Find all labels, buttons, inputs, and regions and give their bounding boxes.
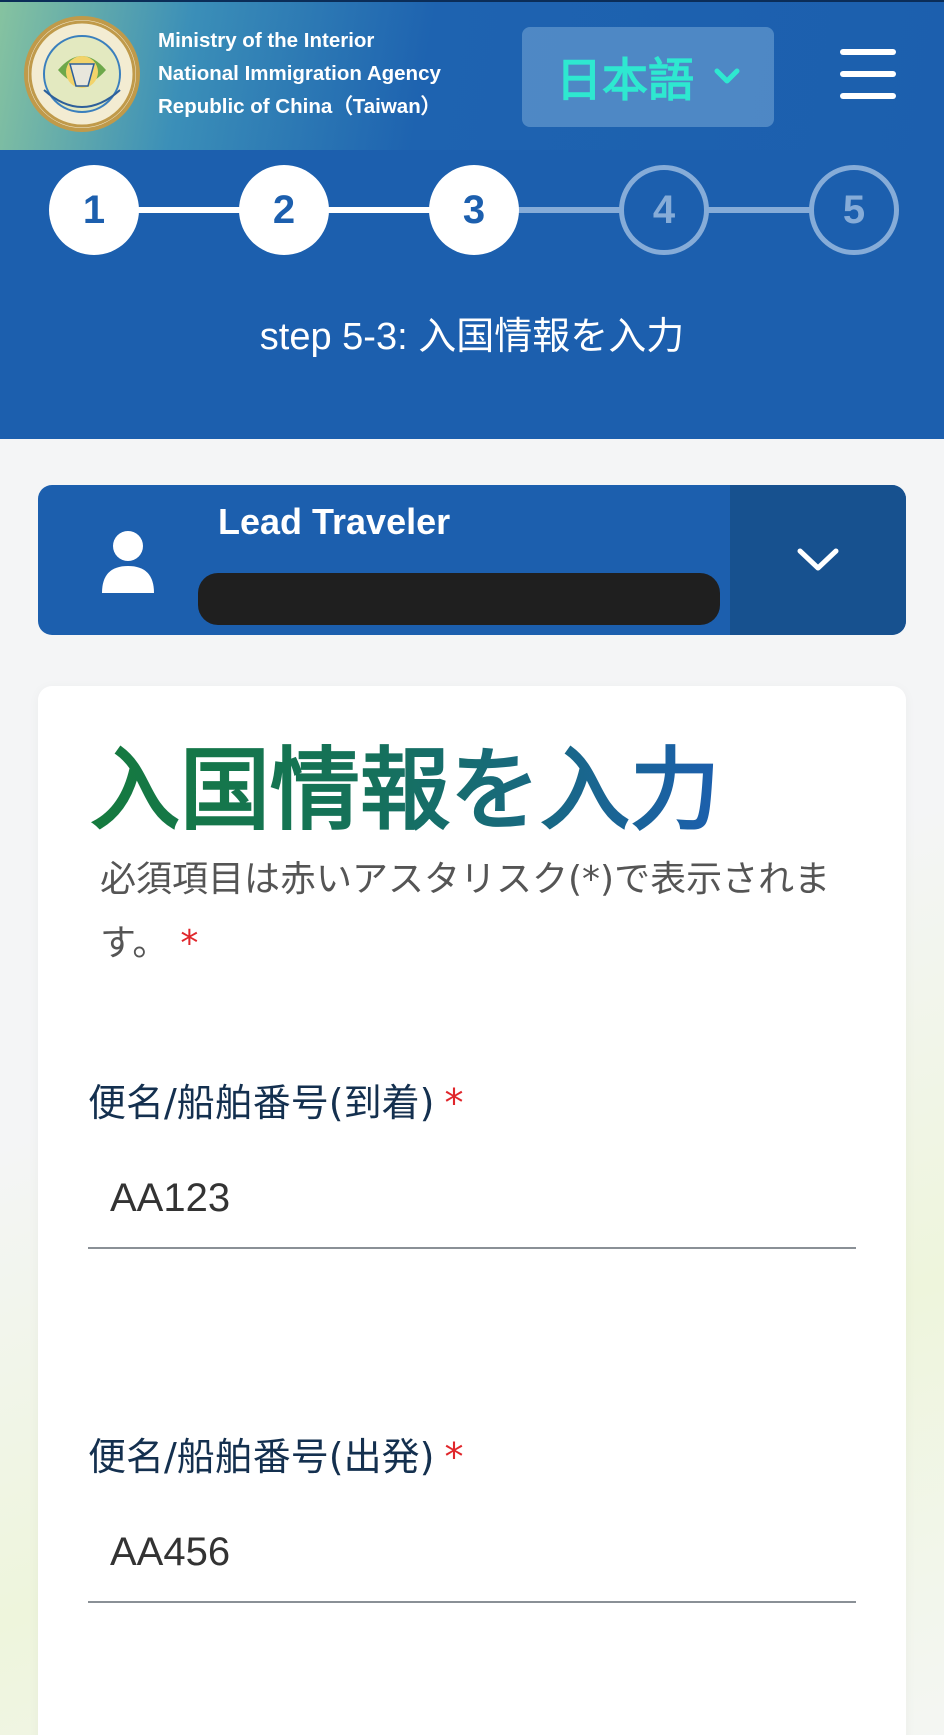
agency-name: Ministry of the Interior National Immigr… — [158, 24, 441, 123]
user-icon — [102, 531, 154, 593]
traveler-name-redacted — [198, 573, 720, 625]
lead-traveler-panel[interactable]: Lead Traveler — [38, 485, 906, 635]
required-asterisk: * — [180, 923, 199, 964]
menu-icon-bar — [840, 49, 896, 55]
arrival-flight-input[interactable] — [88, 1149, 856, 1249]
traveler-expand-button[interactable] — [730, 485, 906, 635]
required-note: 必須項目は赤いアスタリスク(*)で表示されます。 * — [100, 848, 860, 976]
required-note-text: 必須項目は赤いアスタリスク(*)で表示されます。 — [100, 859, 831, 964]
step-title-prefix: step 5-3: — [259, 316, 419, 358]
step-1: 1 — [49, 165, 139, 255]
departure-flight-label: 便名/船舶番号(出発) * — [88, 1426, 463, 1481]
required-asterisk: * — [444, 1435, 464, 1479]
language-label: 日本語 — [556, 53, 694, 107]
menu-icon-bar — [840, 71, 896, 77]
departure-flight-label-text: 便名/船舶番号(出発) — [88, 1435, 435, 1479]
agency-logo[interactable] — [24, 16, 140, 132]
chevron-down-icon — [797, 548, 839, 571]
agency-line-immigration: National Immigration Agency — [158, 62, 441, 85]
step-2: 2 — [239, 165, 329, 255]
required-asterisk: * — [444, 1081, 464, 1125]
agency-line-ministry: Ministry of the Interior — [158, 29, 375, 52]
menu-icon[interactable] — [840, 49, 896, 99]
step-5: 5 — [809, 165, 899, 255]
entry-info-form: 入国情報を入力 必須項目は赤いアスタリスク(*)で表示されます。 * 便名/船舶番… — [38, 686, 906, 1735]
agency-line-country: Republic of China（Taiwan） — [158, 95, 442, 118]
site-header: Ministry of the Interior National Immigr… — [0, 0, 944, 150]
lead-traveler-label: Lead Traveler — [218, 501, 451, 542]
language-selector-button[interactable]: 日本語 — [522, 27, 774, 127]
step-title-text: 入国情報を入力 — [418, 314, 685, 358]
form-title: 入国情報を入力 — [90, 736, 720, 846]
progress-stepper: 1 2 3 4 5 step 5-3: 入国情報を入力 — [0, 150, 944, 439]
step-3-current: 3 — [429, 165, 519, 255]
arrival-flight-label: 便名/船舶番号(到着) * — [88, 1072, 463, 1127]
step-4: 4 — [619, 165, 709, 255]
arrival-flight-label-text: 便名/船舶番号(到着) — [88, 1081, 435, 1125]
departure-flight-input[interactable] — [88, 1503, 856, 1603]
step-title: step 5-3: 入国情報を入力 — [0, 305, 944, 360]
menu-icon-bar — [840, 93, 896, 99]
chevron-down-icon — [714, 68, 740, 84]
page: Ministry of the Interior National Immigr… — [0, 0, 944, 1735]
agency-seal-icon — [28, 20, 136, 128]
